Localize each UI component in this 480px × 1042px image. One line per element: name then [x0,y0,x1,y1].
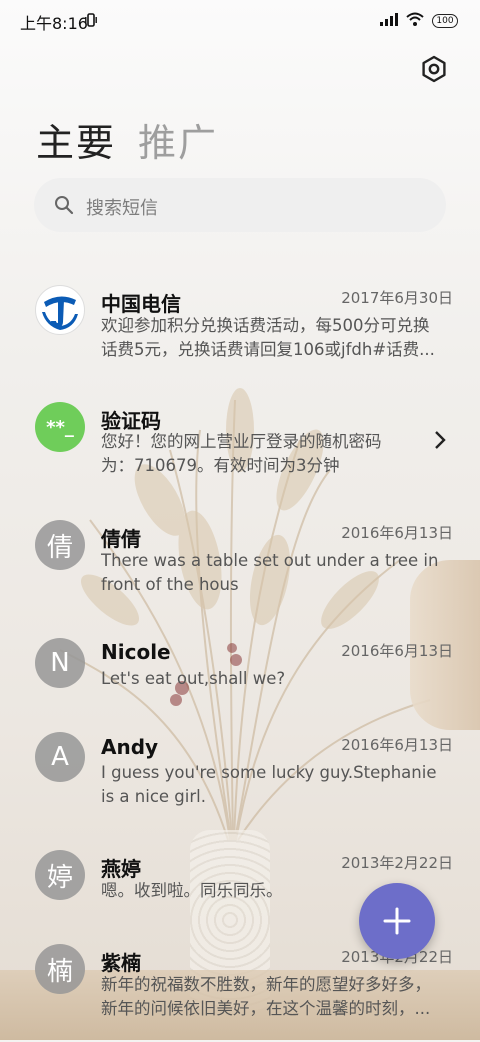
tab-primary[interactable]: 主要 [36,112,116,167]
wifi-icon [406,11,424,30]
conversation-date: 2013年2月22日 [341,854,453,872]
conversation-name: 紫楠 [101,951,141,975]
conversation-name: Andy [101,735,159,759]
conversation-preview: 新年的祝福数不胜数，新年的愿望好多好多， 新年的问候依旧美好，在这个温馨的时刻，… [101,975,431,1018]
search-placeholder: 搜索短信 [86,198,158,219]
plus-icon [383,907,411,935]
conversation-item-china-telecom[interactable]: 中国电信 2017年6月30日 欢迎参加积分兑换话费活动，每500分可兑换 话费… [0,272,480,382]
conversation-name: 中国电信 [101,292,181,316]
avatar: 倩 [35,520,85,570]
conversation-preview: 欢迎参加积分兑换话费活动，每500分可兑换 话费5元，兑换话费请回复106或jf… [101,316,435,359]
avatar: 婷 [35,850,85,900]
new-message-button[interactable] [359,883,435,959]
conversation-date: 2017年6月30日 [341,289,453,307]
conversation-date: 2016年6月13日 [341,736,453,754]
avatar: N [35,638,85,688]
avatar: A [35,732,85,782]
avatar: 楠 [35,944,85,994]
conversation-date: 2016年6月13日 [341,524,453,542]
tab-promotions[interactable]: 推广 [138,112,218,167]
conversation-name: Nicole [101,640,171,664]
status-time: 上午8:16 [20,14,88,33]
message-tabs: 主要 推广 [36,112,218,167]
settings-button[interactable] [420,55,448,83]
status-bar: 上午8:16 100 [0,0,480,40]
conversation-item-nicole[interactable]: N Nicole 2016年6月13日 Let's eat out,shall … [0,626,480,716]
gear-icon [422,55,446,83]
conversation-item-verification[interactable]: **_ 验证码 您好！您的网上营业厅登录的随机密码 为：710679。有效时间为… [0,390,480,500]
conversation-name: 燕婷 [101,857,141,881]
search-bar[interactable]: 搜索短信 [34,178,446,232]
signal-icon [380,11,398,30]
china-telecom-logo-icon [37,287,83,333]
conversation-item-qianqian[interactable]: 倩 倩倩 2016年6月13日 There was a table set ou… [0,508,480,618]
avatar [35,285,85,335]
battery-icon: 100 [432,13,458,28]
avatar: **_ [35,402,85,452]
conversation-preview: There was a table set out under a tree i… [101,551,439,594]
search-icon [54,195,74,219]
vibrate-icon [85,12,97,31]
conversation-preview: Let's eat out,shall we? [101,669,286,688]
conversation-date: 2016年6月13日 [341,642,453,660]
conversation-preview: 您好！您的网上营业厅登录的随机密码 为：710679。有效时间为3分钟 [101,432,382,475]
chevron-right-icon[interactable] [434,430,446,454]
conversation-preview: I guess you're some lucky guy.Stephanie … [101,763,437,806]
conversation-name: 倩倩 [101,527,141,551]
conversation-item-andy[interactable]: A Andy 2016年6月13日 I guess you're some lu… [0,720,480,830]
